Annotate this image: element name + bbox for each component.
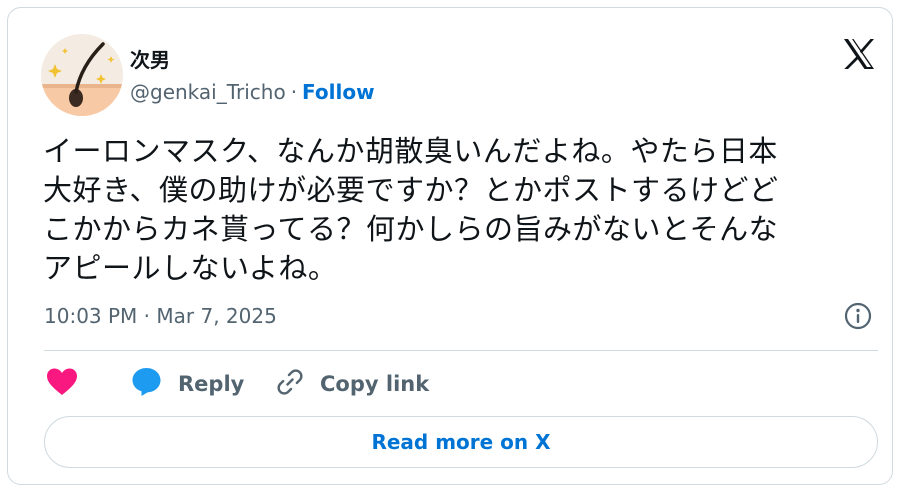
heart-icon [46,368,78,400]
copy-link-button[interactable]: Copy link [275,368,429,400]
link-icon [275,367,305,401]
tweet-text-line: アピールしないよね。 [43,251,338,285]
tweet-text-line: 大好き、僕の助けが必要ですか？とかポストするけどど [43,173,779,207]
avatar-hair-follicle-image [41,34,123,116]
tweet-text-line: こかからカネ貰ってる？何かしらの旨みがないとそんな [43,212,779,246]
tweet-embed-card: 次男 @genkai_Tricho · Follow イーロンマスク、なんか胡散臭い… [7,7,893,485]
read-more-button[interactable]: Read more on X [44,416,878,468]
handle-separator: · [290,80,298,104]
copy-link-label: Copy link [320,372,430,396]
author-handle[interactable]: @genkai_Tricho [130,80,286,104]
divider [44,350,878,351]
tweet-text: イーロンマスク、なんか胡散臭いんだよね。やたら日本 大好き、僕の助けが必要ですか… [43,132,873,288]
author-display-name[interactable]: 次男 [130,44,170,73]
like-button[interactable] [46,368,78,400]
avatar[interactable] [41,34,123,116]
speech-bubble-icon [131,367,162,401]
info-icon[interactable] [843,301,873,331]
follow-button[interactable]: Follow [302,80,375,104]
author-handle-row: @genkai_Tricho · Follow [130,80,375,104]
x-logo-icon[interactable] [841,36,877,72]
tweet-timestamp-link[interactable]: 10:03 PM · Mar 7, 2025 [44,304,277,328]
tweet-text-line: イーロンマスク、なんか胡散臭いんだよね。やたら日本 [43,134,778,168]
reply-label: Reply [178,372,245,396]
reply-button[interactable]: Reply [131,368,244,400]
